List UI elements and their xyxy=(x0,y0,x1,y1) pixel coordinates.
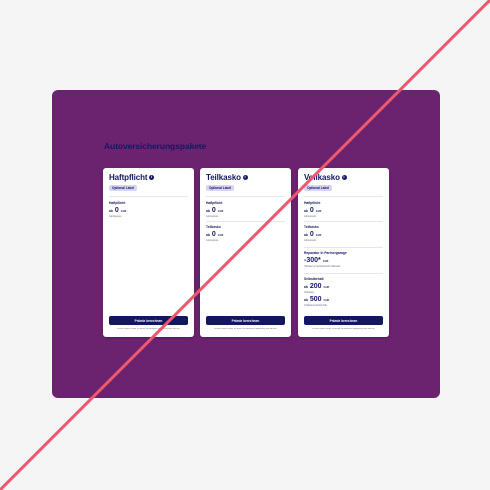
price-row: ab 500 CHF Vollkaskoselbstbehalt xyxy=(304,294,383,307)
card-title: Haftpflicht xyxy=(109,173,155,182)
price-subtitle: Jahrespreis xyxy=(206,239,219,242)
row-label: Teilkasko xyxy=(304,225,319,229)
price-line: -300* CHF xyxy=(304,257,383,264)
price-unit: CHF xyxy=(323,285,330,289)
divider xyxy=(304,247,383,248)
price-subtitle: *Rabatt bei Selbstbehalt Vollkasko xyxy=(304,265,341,268)
price-value: 0 xyxy=(211,207,216,214)
row-label: Selbstbehalt xyxy=(304,277,324,281)
card-footnote: Lorem ipsum dolor sit amet consectetur a… xyxy=(312,328,375,330)
price-value: 0 xyxy=(309,207,314,214)
price-row: Haftpflicht ab 0 CHF Jahrespreis xyxy=(206,201,285,218)
row-label: Reparatur in Partnergarage xyxy=(304,251,347,255)
price-prefix: ab xyxy=(206,209,210,213)
price-unit: CHF xyxy=(322,259,329,263)
price-value: 500 xyxy=(309,296,322,303)
package-card-haftpflicht: Haftpflicht Optional Label Haftpflicht a… xyxy=(103,168,194,337)
price-value: 0 xyxy=(309,231,314,238)
price-unit: CHF xyxy=(315,209,322,213)
calculate-premium-button[interactable]: Prämie berechnen xyxy=(206,316,285,325)
price-subtitle: Jahrespreis xyxy=(206,215,219,218)
calculate-premium-button[interactable]: Prämie berechnen xyxy=(304,316,383,325)
price-line: ab 0 CHF xyxy=(109,207,188,214)
price-unit: CHF xyxy=(217,233,224,237)
card-footnote: Lorem ipsum dolor sit amet consectetur a… xyxy=(117,328,180,330)
price-value: -300* xyxy=(304,257,321,264)
price-row: Teilkasko ab 0 CHF Jahrespreis xyxy=(206,225,285,242)
price-row: Teilkasko ab 0 CHF Jahrespreis xyxy=(304,225,383,242)
price-line: ab 0 CHF xyxy=(206,207,285,214)
info-icon[interactable] xyxy=(242,174,248,180)
calculate-premium-button[interactable]: Prämie berechnen xyxy=(109,316,188,325)
price-subtitle: Jahrespreis xyxy=(304,215,317,218)
row-label: Haftpflicht xyxy=(304,201,321,205)
divider xyxy=(304,221,383,222)
card-title-text: Haftpflicht xyxy=(109,173,148,182)
optional-badge: Optional Label xyxy=(304,185,333,191)
price-line: ab 0 CHF xyxy=(206,231,285,238)
price-subtitle: Vollkaskoselbstbehalt xyxy=(304,304,327,307)
price-value: 0 xyxy=(114,207,119,214)
price-line: ab 200 CHF xyxy=(304,283,383,290)
price-prefix: ab xyxy=(206,233,210,237)
card-title-text: Vollkasko xyxy=(304,173,340,182)
card-footnote: Lorem ipsum dolor sit amet consectetur a… xyxy=(214,328,277,330)
price-unit: CHF xyxy=(315,233,322,237)
optional-badge: Optional Label xyxy=(206,185,235,191)
price-prefix: ab xyxy=(304,233,308,237)
price-prefix: ab xyxy=(304,298,308,302)
info-icon[interactable] xyxy=(341,174,347,180)
price-unit: CHF xyxy=(120,209,127,213)
card-title: Vollkasko xyxy=(304,173,347,182)
price-unit: CHF xyxy=(217,209,224,213)
price-row: Reparatur in Partnergarage -300* CHF *Ra… xyxy=(304,251,383,268)
divider xyxy=(304,273,383,274)
price-prefix: ab xyxy=(109,209,113,213)
card-title-text: Teilkasko xyxy=(206,173,241,182)
package-card-teilkasko: Teilkasko Optional Label Haftpflicht ab … xyxy=(200,168,291,337)
divider xyxy=(206,221,285,222)
price-unit: CHF xyxy=(323,298,330,302)
price-line: ab 0 CHF xyxy=(304,207,383,214)
package-card-vollkasko: Vollkasko Optional Label Haftpflicht ab … xyxy=(298,168,389,337)
price-prefix: ab xyxy=(304,209,308,213)
divider xyxy=(304,196,383,197)
row-label: Teilkasko xyxy=(206,225,221,229)
row-label: Haftpflicht xyxy=(206,201,223,205)
info-icon[interactable] xyxy=(149,174,155,180)
divider xyxy=(206,196,285,197)
price-row: Haftpflicht ab 0 CHF Jahrespreis xyxy=(304,201,383,218)
optional-badge: Optional Label xyxy=(109,185,138,191)
price-line: ab 500 CHF xyxy=(304,296,383,303)
price-value: 200 xyxy=(309,283,322,290)
price-value: 0 xyxy=(211,231,216,238)
section-title: Autoversicherungspakete xyxy=(104,141,207,151)
price-row: Selbstbehalt ab 200 CHF Teilkasko xyxy=(304,277,383,294)
row-label: Haftpflicht xyxy=(109,201,126,205)
price-row: Haftpflicht ab 0 CHF Jahrespreis xyxy=(109,201,188,218)
price-line: ab 0 CHF xyxy=(304,231,383,238)
divider xyxy=(109,196,188,197)
card-title: Teilkasko xyxy=(206,173,248,182)
price-prefix: ab xyxy=(304,285,308,289)
price-subtitle: Jahrespreis xyxy=(109,215,122,218)
price-subtitle: Jahrespreis xyxy=(304,239,317,242)
